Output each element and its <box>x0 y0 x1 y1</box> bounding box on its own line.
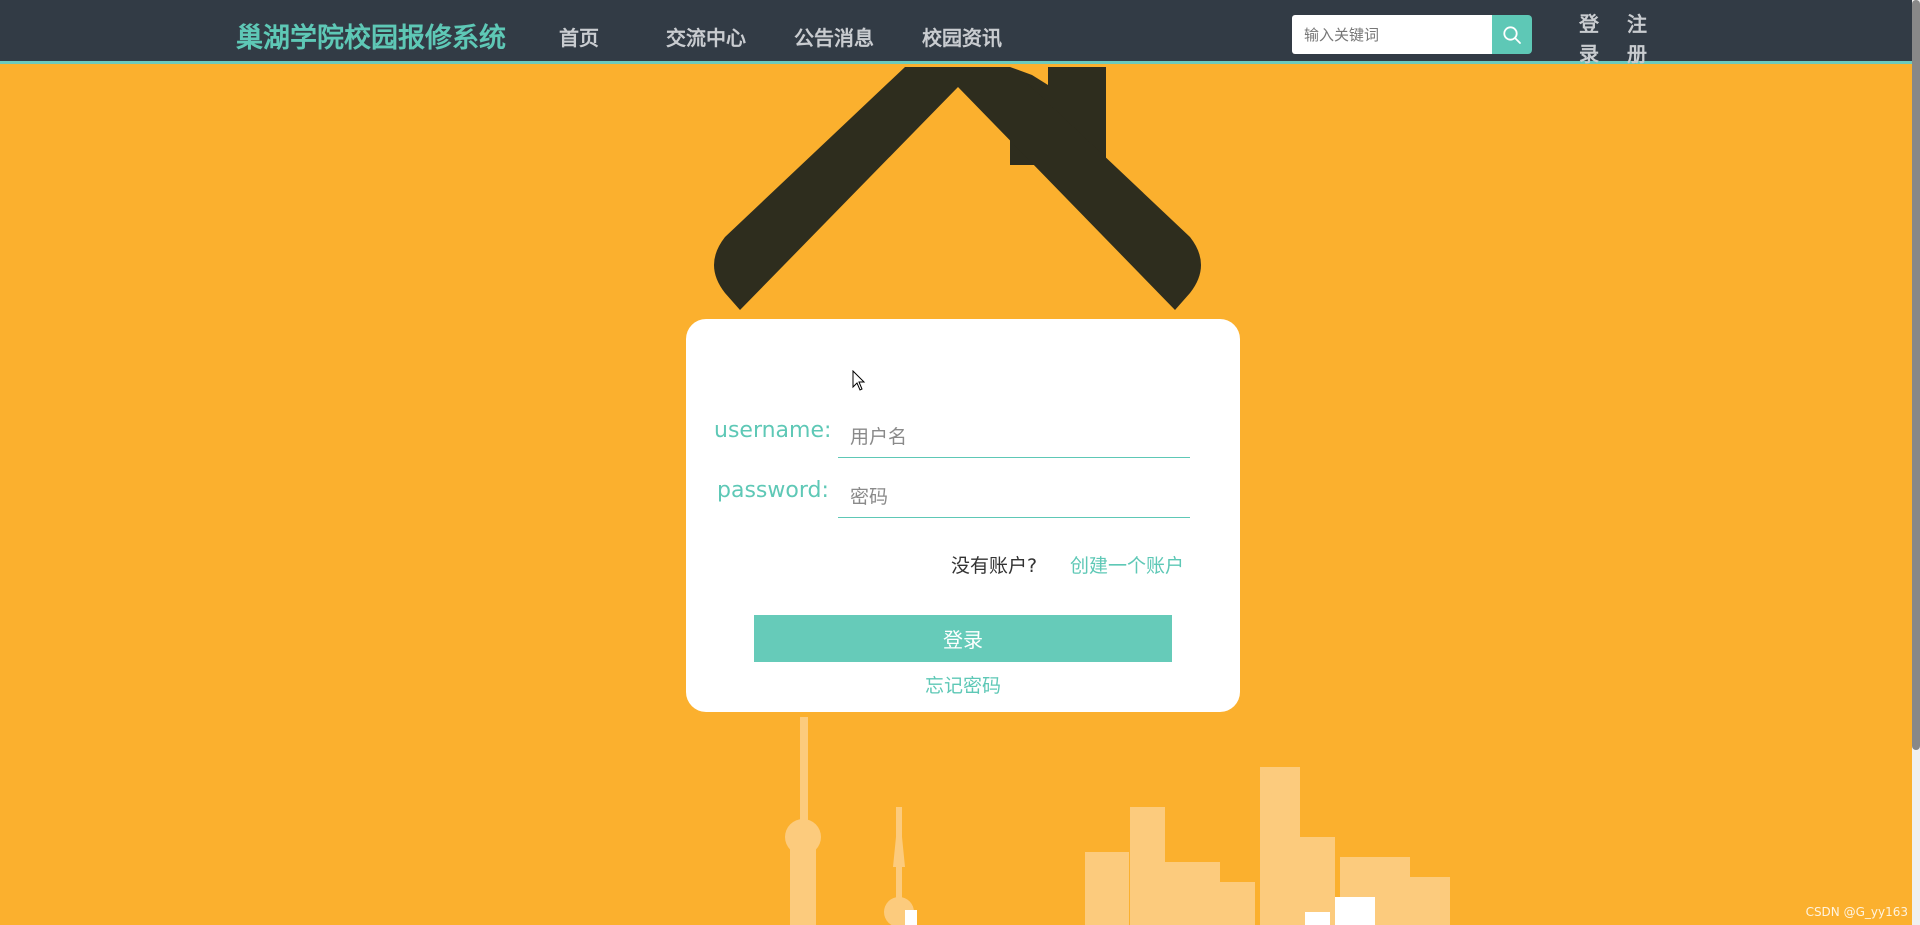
nav-announcements[interactable]: 公告消息 <box>794 22 874 51</box>
nav-campus-news[interactable]: 校园资讯 <box>922 22 1002 51</box>
nav-home[interactable]: 首页 <box>559 22 599 51</box>
watermark-text: CSDN @G_yy163 <box>1805 905 1908 919</box>
search-icon <box>1503 25 1521 44</box>
nav-exchange-center[interactable]: 交流中心 <box>666 22 746 51</box>
register-link-char-1[interactable]: 注 <box>1627 8 1647 37</box>
password-input[interactable] <box>838 476 1190 518</box>
forgot-password-link[interactable]: 忘记密码 <box>686 671 1240 698</box>
search-input[interactable] <box>1292 15 1493 54</box>
register-link-char-2[interactable]: 册 <box>1627 38 1647 67</box>
password-label: password: <box>717 478 829 503</box>
house-roof-graphic <box>714 67 1201 310</box>
login-link-char-1[interactable]: 登 <box>1579 8 1599 37</box>
page-scrollbar[interactable] <box>1912 0 1920 925</box>
login-card: username: password: 没有账户? 创建一个账户 登录 忘记密码 <box>686 319 1240 712</box>
username-label: username: <box>714 418 832 443</box>
username-input[interactable] <box>838 416 1190 458</box>
no-account-text: 没有账户? <box>951 555 1038 577</box>
city-skyline-graphic <box>785 717 1450 925</box>
create-account-link[interactable]: 创建一个账户 <box>1070 551 1184 578</box>
mouse-cursor-icon <box>852 370 866 391</box>
scrollbar-thumb[interactable] <box>1912 0 1920 750</box>
top-navbar: 巢湖学院校园报修系统 首页 交流中心 公告消息 校园资讯 登 录 注 册 <box>0 0 1914 67</box>
search-button[interactable] <box>1492 15 1532 54</box>
site-title[interactable]: 巢湖学院校园报修系统 <box>236 16 506 55</box>
login-submit-button[interactable]: 登录 <box>754 615 1172 662</box>
login-link-char-2[interactable]: 录 <box>1579 38 1599 67</box>
